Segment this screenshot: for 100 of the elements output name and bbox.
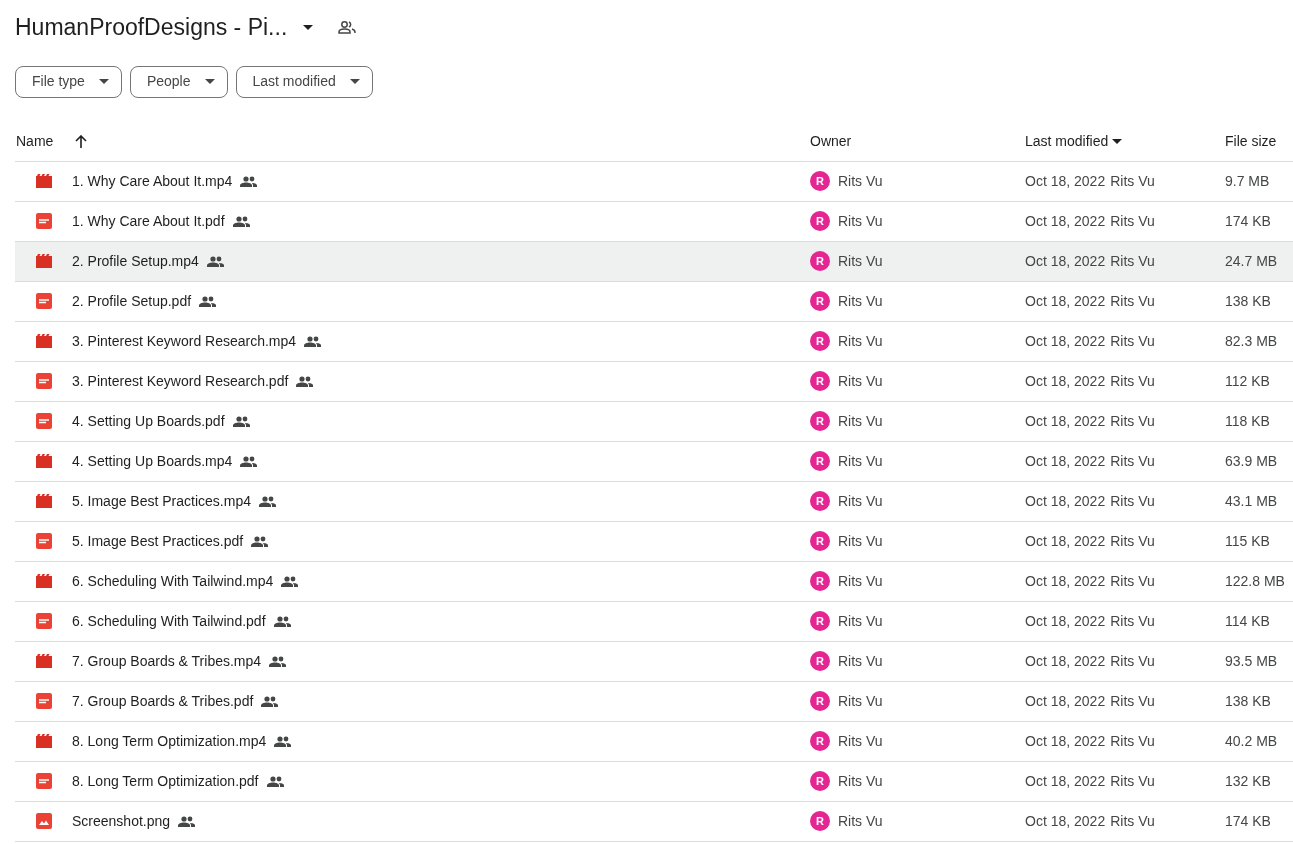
file-name: 8. Long Term Optimization.pdf bbox=[72, 771, 259, 791]
owner-name: Rits Vu bbox=[838, 371, 883, 391]
modified-by: Rits Vu bbox=[1110, 571, 1155, 591]
owner-avatar: R bbox=[810, 771, 830, 791]
owner-avatar: R bbox=[810, 691, 830, 711]
filter-chip[interactable]: File type bbox=[15, 65, 122, 98]
modified-date: Oct 18, 2022 bbox=[1025, 171, 1106, 191]
file-row[interactable]: 4. Setting Up Boards.mp4 R Rits Vu Oct 18, 2022 Rits Vu 63.9 MB bbox=[15, 441, 1293, 482]
owner-avatar: R bbox=[810, 571, 830, 591]
owner-name: Rits Vu bbox=[838, 731, 883, 751]
owner-name: Rits Vu bbox=[838, 251, 883, 271]
file-row[interactable]: 6. Scheduling With Tailwind.mp4 R Rits Vu Oct 18, 2022 Rits Vu 122.8 MB bbox=[15, 561, 1293, 602]
file-name: 1. Why Care About It.mp4 bbox=[72, 171, 233, 191]
owner-avatar: R bbox=[810, 811, 830, 831]
file-row[interactable]: 3. Pinterest Keyword Research.mp4 R Rits Vu Oct 18, 2022 Rits Vu 82.3 MB bbox=[15, 321, 1293, 362]
owner-avatar: R bbox=[810, 171, 830, 191]
file-row[interactable]: 8. Long Term Optimization.mp4 R Rits Vu Oct 18, 2022 Rits Vu 40.2 MB bbox=[15, 721, 1293, 762]
owner-avatar: R bbox=[810, 491, 830, 511]
film-icon bbox=[36, 734, 52, 748]
owner-name: Rits Vu bbox=[838, 291, 883, 311]
film-icon bbox=[36, 654, 52, 668]
column-header[interactable]: Owner bbox=[810, 130, 852, 152]
film-icon bbox=[36, 494, 52, 508]
filter-chip[interactable]: Last modified bbox=[235, 65, 373, 98]
file-row[interactable]: 2. Profile Setup.mp4 R Rits Vu Oct 18, 2022 Rits Vu 24.7 MB bbox=[15, 241, 1293, 282]
file-size: 138 KB bbox=[1225, 692, 1271, 709]
modified-by: Rits Vu bbox=[1110, 731, 1155, 751]
file-row[interactable]: 7. Group Boards & Tribes.mp4 R Rits Vu Oct 18, 2022 Rits Vu 93.5 MB bbox=[15, 641, 1293, 682]
file-size: 82.3 MB bbox=[1225, 332, 1278, 349]
document-icon bbox=[36, 613, 52, 629]
file-row[interactable]: 4. Setting Up Boards.pdf R Rits Vu Oct 18, 2022 Rits Vu 118 KB bbox=[15, 401, 1293, 442]
sort-arrow-icon[interactable] bbox=[75, 134, 88, 148]
document-icon bbox=[36, 413, 52, 429]
file-size: 114 KB bbox=[1225, 612, 1270, 629]
image-icon bbox=[36, 813, 52, 829]
document-icon bbox=[36, 693, 52, 709]
caret-icon[interactable] bbox=[1112, 138, 1123, 144]
modified-date: Oct 18, 2022 bbox=[1025, 291, 1106, 311]
file-name: 5. Image Best Practices.pdf bbox=[72, 531, 244, 551]
file-size: 43.1 MB bbox=[1225, 492, 1278, 509]
owner-avatar: R bbox=[810, 651, 830, 671]
modified-date: Oct 18, 2022 bbox=[1025, 371, 1106, 391]
file-size: 118 KB bbox=[1225, 412, 1270, 429]
file-row[interactable]: 5. Image Best Practices.pdf R Rits Vu Oct 18, 2022 Rits Vu 115 KB bbox=[15, 521, 1293, 562]
file-name: 2. Profile Setup.mp4 bbox=[72, 251, 199, 271]
modified-date: Oct 18, 2022 bbox=[1025, 411, 1106, 431]
modified-by: Rits Vu bbox=[1110, 811, 1155, 831]
document-icon bbox=[36, 533, 52, 549]
file-row[interactable]: 5. Image Best Practices.mp4 R Rits Vu Oct 18, 2022 Rits Vu 43.1 MB bbox=[15, 481, 1293, 522]
shared-folder-icon[interactable] bbox=[338, 20, 357, 34]
file-size: 9.7 MB bbox=[1225, 172, 1270, 189]
modified-date: Oct 18, 2022 bbox=[1025, 531, 1106, 551]
modified-date: Oct 18, 2022 bbox=[1025, 251, 1106, 271]
file-size: 174 KB bbox=[1225, 812, 1271, 829]
column-header[interactable]: File size bbox=[1225, 130, 1277, 152]
file-row[interactable]: 8. Long Term Optimization.pdf R Rits Vu Oct 18, 2022 Rits Vu 132 KB bbox=[15, 761, 1293, 802]
modified-by: Rits Vu bbox=[1110, 291, 1155, 311]
modified-date: Oct 18, 2022 bbox=[1025, 211, 1106, 231]
modified-date: Oct 18, 2022 bbox=[1025, 771, 1106, 791]
owner-name: Rits Vu bbox=[838, 411, 883, 431]
modified-by: Rits Vu bbox=[1110, 211, 1155, 231]
modified-by: Rits Vu bbox=[1110, 611, 1155, 631]
file-row[interactable]: 7. Group Boards & Tribes.pdf R Rits Vu Oct 18, 2022 Rits Vu 138 KB bbox=[15, 681, 1293, 722]
column-header[interactable]: Name bbox=[16, 130, 54, 152]
file-name: 6. Scheduling With Tailwind.pdf bbox=[72, 611, 266, 631]
owner-avatar: R bbox=[810, 331, 830, 351]
caret-icon bbox=[349, 79, 360, 84]
owner-name: Rits Vu bbox=[838, 651, 883, 671]
owner-name: Rits Vu bbox=[838, 451, 883, 471]
file-size: 174 KB bbox=[1225, 212, 1271, 229]
file-name: 6. Scheduling With Tailwind.mp4 bbox=[72, 571, 274, 591]
file-row[interactable]: 2. Profile Setup.pdf R Rits Vu Oct 18, 2022 Rits Vu 138 KB bbox=[15, 281, 1293, 322]
owner-avatar: R bbox=[810, 211, 830, 231]
file-size: 122.8 MB bbox=[1225, 572, 1285, 589]
modified-by: Rits Vu bbox=[1110, 371, 1155, 391]
file-row[interactable]: Screenshot.png R Rits Vu Oct 18, 2022 Rits Vu 174 KB bbox=[15, 801, 1293, 842]
column-header[interactable]: Last modified bbox=[1025, 130, 1109, 152]
file-size: 40.2 MB bbox=[1225, 732, 1278, 749]
film-icon bbox=[36, 254, 52, 268]
owner-name: Rits Vu bbox=[838, 771, 883, 791]
file-row[interactable]: 1. Why Care About It.mp4 R Rits Vu Oct 18, 2022 Rits Vu 9.7 MB bbox=[15, 161, 1293, 202]
file-name: 7. Group Boards & Tribes.pdf bbox=[72, 691, 254, 711]
owner-avatar: R bbox=[810, 531, 830, 551]
document-icon bbox=[36, 773, 52, 789]
modified-by: Rits Vu bbox=[1110, 491, 1155, 511]
file-row[interactable]: 1. Why Care About It.pdf R Rits Vu Oct 18, 2022 Rits Vu 174 KB bbox=[15, 201, 1293, 242]
folder-title[interactable]: HumanProofDesigns - Pi... bbox=[15, 10, 288, 45]
owner-name: Rits Vu bbox=[838, 211, 883, 231]
modified-date: Oct 18, 2022 bbox=[1025, 491, 1106, 511]
modified-by: Rits Vu bbox=[1110, 251, 1155, 271]
document-icon bbox=[36, 293, 52, 309]
filter-chip[interactable]: People bbox=[129, 65, 228, 98]
caret-icon bbox=[204, 79, 215, 84]
modified-by: Rits Vu bbox=[1110, 651, 1155, 671]
modified-date: Oct 18, 2022 bbox=[1025, 451, 1106, 471]
file-row[interactable]: 3. Pinterest Keyword Research.pdf R Rits Vu Oct 18, 2022 Rits Vu 112 KB bbox=[15, 361, 1293, 402]
owner-avatar: R bbox=[810, 251, 830, 271]
file-row[interactable]: 6. Scheduling With Tailwind.pdf R Rits Vu Oct 18, 2022 Rits Vu 114 KB bbox=[15, 601, 1293, 642]
caret-icon bbox=[303, 24, 314, 30]
file-size: 63.9 MB bbox=[1225, 452, 1278, 469]
